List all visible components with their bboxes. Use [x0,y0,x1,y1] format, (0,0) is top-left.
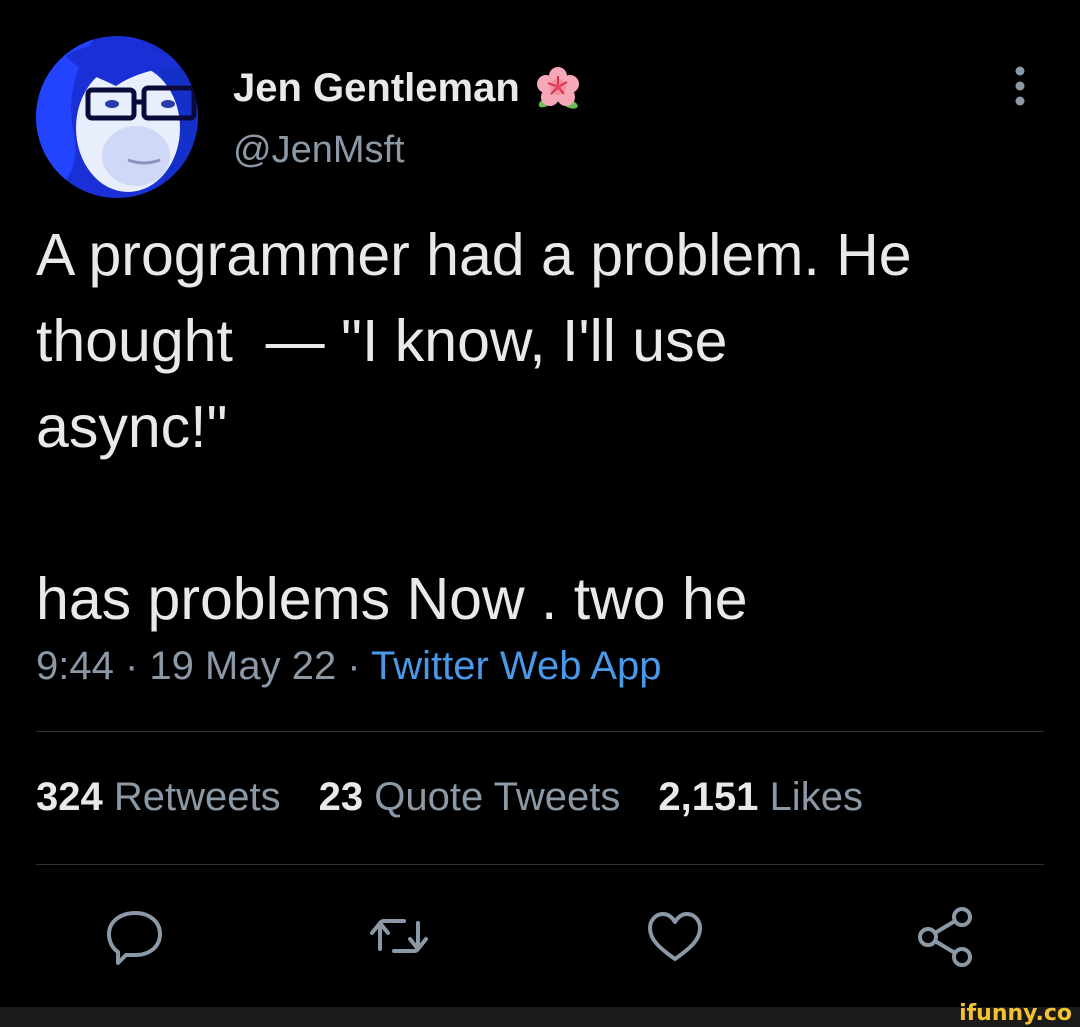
reply-icon [107,911,162,965]
likes-count: 2,151 [658,775,759,819]
quote-tweets-label: Quote Tweets [374,775,621,819]
meta-separator: · [336,644,372,688]
likes-stat[interactable]: 2,151 Likes [658,775,863,820]
like-button[interactable] [642,903,708,969]
retweet-button[interactable] [366,903,432,969]
tweet-source-link[interactable]: Twitter Web App [371,644,662,688]
retweets-count: 324 [36,775,103,819]
divider-bottom [36,864,1044,865]
avatar[interactable] [36,36,198,198]
engagement-stats: 324 Retweets 23 Quote Tweets 2,151 Likes [36,775,901,820]
flower-icon [534,64,582,112]
retweet-icon [370,919,428,953]
watermark-bar [0,1007,1080,1027]
likes-label: Likes [769,775,863,819]
divider-top [36,731,1044,732]
tweet-time[interactable]: 9:44 [36,644,114,688]
tweet-date[interactable]: 19 May 22 [149,644,336,688]
display-name[interactable]: Jen Gentleman [233,64,582,112]
retweets-label: Retweets [113,775,281,819]
share-icon [918,907,972,967]
quote-tweets-count: 23 [318,775,364,819]
reply-button[interactable] [102,903,168,969]
display-name-text: Jen Gentleman [233,65,520,110]
meta-separator: · [113,644,150,688]
share-button[interactable] [912,903,978,969]
ifunny-watermark: ifunny.co [959,1001,1072,1026]
quote-tweets-stat[interactable]: 23 Quote Tweets [319,775,621,820]
retweets-stat[interactable]: 324 Retweets [36,775,281,820]
tweet-meta: 9:44 · 19 May 22 · Twitter Web App [36,644,662,689]
user-handle[interactable]: @JenMsft [233,129,405,172]
tweet-text: A programmer had a problem. He thought —… [36,222,912,632]
more-options-icon[interactable] [1005,64,1035,108]
like-icon [648,912,702,961]
